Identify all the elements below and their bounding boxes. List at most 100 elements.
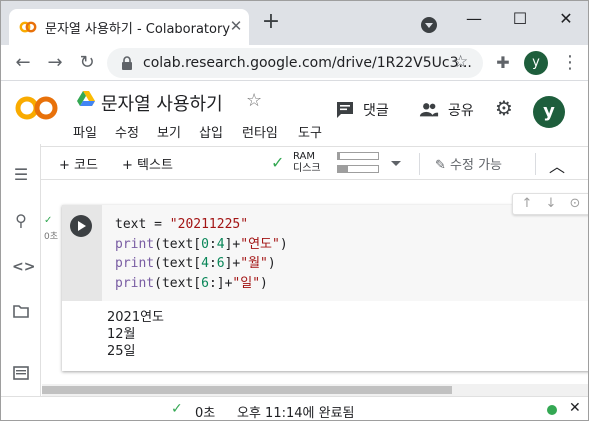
colab-logo-icon[interactable] [15, 94, 59, 122]
colab-favicon-icon [19, 21, 37, 33]
search-icon[interactable]: ⚲ [12, 212, 30, 230]
edit-mode-button[interactable]: ✎ 수정 가능 [435, 154, 502, 173]
code-snippets-icon[interactable]: <> [12, 258, 35, 276]
tab-search-icon[interactable] [421, 17, 437, 33]
status-completed: 오후 11:14에 완료됨 [237, 406, 355, 421]
menu-view[interactable]: 보기 [157, 122, 181, 141]
code-token: ]+ [224, 236, 241, 252]
comment-icon[interactable] [335, 100, 355, 120]
address-bar[interactable]: colab.research.google.com/drive/1R22V5Uc… [107, 48, 483, 78]
code-editor[interactable]: text = "20211225" print(text[0:4]+"연도") pr… [102, 205, 588, 301]
add-text-button[interactable]: + 텍스트 [122, 154, 173, 173]
cell-gutter [62, 205, 102, 301]
code-token: : [208, 236, 217, 252]
user-avatar[interactable]: y [533, 96, 565, 128]
tab-close-icon[interactable]: ✕ [227, 17, 245, 35]
cell-output: 2021연도 12월 25일 [107, 310, 165, 359]
code-token: (text[ [154, 256, 202, 271]
code-token: 6 [216, 256, 225, 271]
bookmark-star-icon[interactable]: ☆ [453, 52, 468, 72]
url-text: colab.research.google.com/drive/1R22V5Uc… [143, 55, 472, 71]
code-token: text [115, 217, 147, 232]
left-sidebar: ☰ ⚲ <> [1, 144, 41, 396]
code-token: = [146, 217, 170, 232]
browser-window: 문자열 사용하기 - Colaboratory ✕ + — ☐ ✕ ← → ↻ … [0, 0, 589, 421]
code-line: print(text[4:6]+"월") [115, 254, 588, 274]
code-token: "월" [240, 256, 268, 271]
maximize-button[interactable]: ☐ [497, 5, 543, 33]
code-line: print(text[0:4]+"연도") [115, 235, 588, 255]
ram-usage-fill [338, 153, 340, 159]
star-notebook-icon[interactable]: ☆ [246, 90, 262, 111]
code-token: ]+ [224, 256, 241, 271]
scrollbar-thumb[interactable] [42, 386, 452, 394]
pencil-icon: ✎ [435, 158, 446, 173]
add-code-button[interactable]: + 코드 [59, 154, 98, 173]
connected-check-icon: ✓ [271, 153, 285, 172]
browser-menu-icon[interactable]: ⋮ [561, 51, 579, 75]
code-token: : [208, 256, 217, 271]
code-token: 4 [216, 236, 225, 252]
code-cell[interactable]: text = "20211225" print(text[0:4]+"연도") pr… [62, 205, 588, 371]
settings-gear-icon[interactable]: ⚙ [495, 98, 515, 118]
ram-label: RAM [293, 151, 316, 162]
close-window-button[interactable]: ✕ [543, 5, 588, 33]
move-cell-up-icon[interactable]: ↑ [519, 196, 535, 212]
collapse-header-icon[interactable]: ︿ [549, 153, 565, 177]
code-token: 0 [201, 236, 209, 252]
code-token: 6 [201, 275, 209, 291]
code-token: (text[ [154, 236, 202, 252]
code-token: "20211225" [169, 217, 249, 232]
reload-icon[interactable]: ↻ [75, 51, 99, 75]
edit-mode-label: 수정 가능 [450, 158, 503, 173]
status-connected-dot [547, 405, 557, 415]
google-drive-icon[interactable] [77, 91, 95, 107]
ram-usage-bar[interactable] [337, 152, 379, 160]
code-token: (text[ [154, 275, 202, 291]
tab-title: 문자열 사용하기 - Colaboratory [45, 22, 231, 37]
move-cell-down-icon[interactable]: ↓ [543, 196, 559, 212]
toolbar-divider [419, 153, 420, 175]
menu-runtime[interactable]: 런타임 [242, 122, 278, 141]
code-token: ) [260, 275, 268, 291]
menu-tools[interactable]: 도구 [298, 122, 322, 141]
tab-strip: 문자열 사용하기 - Colaboratory ✕ + — ☐ ✕ [1, 1, 588, 45]
menu-insert[interactable]: 삽입 [199, 122, 223, 141]
table-of-contents-icon[interactable]: ☰ [12, 166, 30, 184]
comment-button[interactable]: 댓글 [363, 100, 389, 120]
menu-file[interactable]: 파일 [73, 122, 97, 141]
code-token: print [115, 236, 155, 252]
share-people-icon[interactable] [419, 100, 439, 120]
menu-edit[interactable]: 수정 [115, 122, 139, 141]
notebook-title[interactable]: 문자열 사용하기 [101, 90, 223, 116]
share-button[interactable]: 공유 [448, 100, 474, 120]
code-token: print [115, 275, 155, 291]
status-close-icon[interactable]: ✕ [569, 400, 581, 416]
lock-icon [122, 56, 132, 70]
code-token: :]+ [208, 275, 233, 291]
back-arrow-icon[interactable]: ← [11, 51, 35, 75]
notebook-toolbar: + 코드 + 텍스트 ✓ RAM 디스크 ✎ 수정 가능 ︿ [41, 146, 588, 180]
toolbar-divider [535, 153, 536, 175]
minimize-button[interactable]: — [451, 5, 497, 33]
terminal-icon[interactable] [12, 366, 30, 384]
forward-arrow-icon[interactable]: → [43, 51, 67, 75]
browser-tab[interactable]: 문자열 사용하기 - Colaboratory ✕ [9, 9, 249, 45]
files-folder-icon[interactable] [12, 304, 30, 322]
runtime-dropdown-icon[interactable] [391, 161, 401, 166]
status-check-icon: ✓ [171, 401, 183, 417]
code-token: ) [267, 256, 276, 271]
new-tab-button[interactable]: + [259, 11, 283, 35]
notebook-content: ✓ 0초 text = "20211225" print(text[0:4]+"연… [42, 181, 588, 396]
executed-check-icon: ✓ [44, 215, 53, 226]
run-cell-button[interactable] [70, 215, 92, 237]
cell-toolbar: ↑ ↓ ⊙ [512, 193, 588, 215]
disk-usage-bar[interactable] [337, 165, 379, 173]
code-token: print [115, 256, 155, 271]
profile-avatar[interactable]: y [524, 51, 548, 75]
code-line: text = "20211225" [115, 215, 588, 235]
extensions-puzzle-icon[interactable]: ✚ [493, 53, 513, 73]
link-icon[interactable]: ⊙ [567, 196, 583, 212]
cell-exec-time: 0초 [44, 232, 59, 242]
horizontal-scrollbar[interactable] [42, 384, 588, 396]
